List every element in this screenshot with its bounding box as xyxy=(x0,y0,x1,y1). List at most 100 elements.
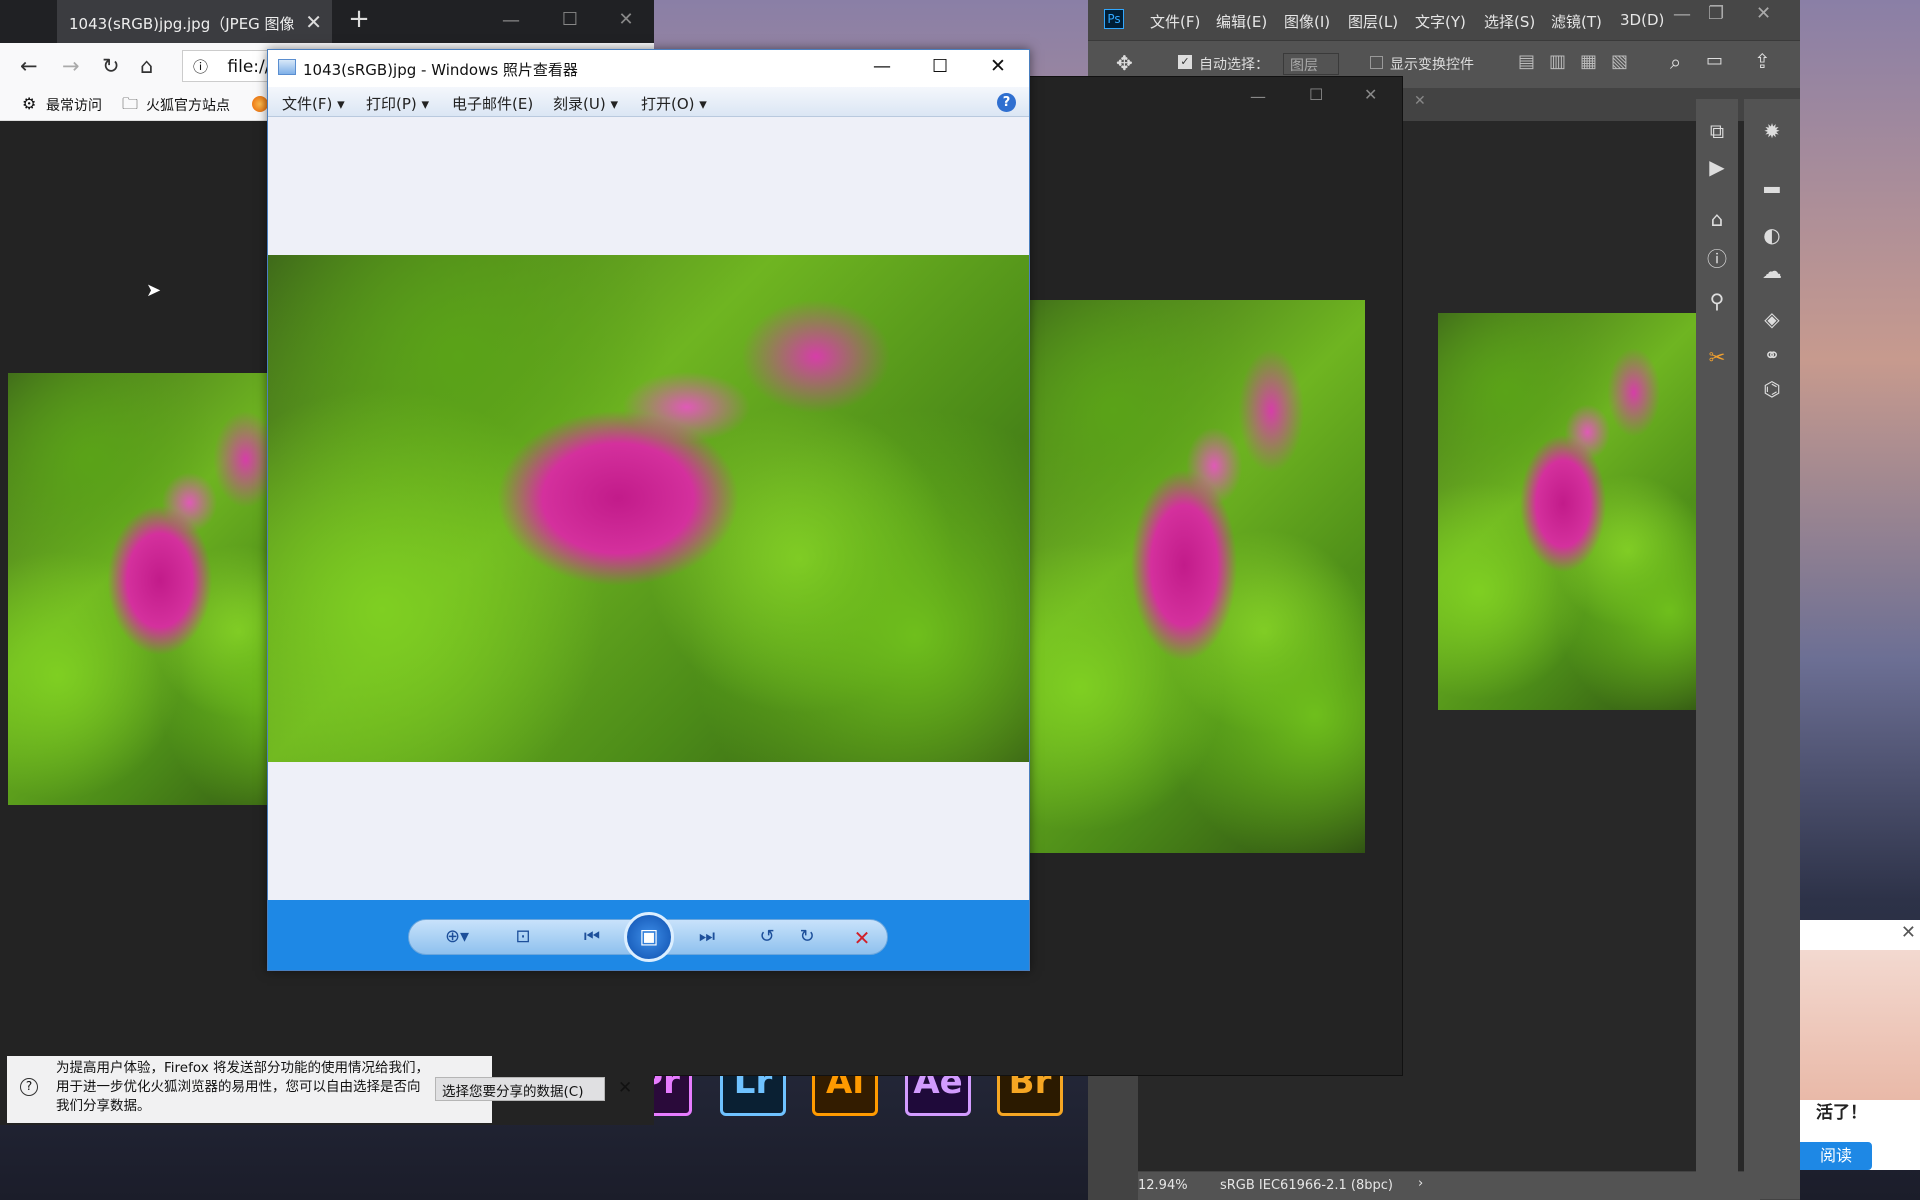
maximize-icon[interactable]: ☐ xyxy=(545,9,595,30)
history-icon[interactable]: ⧉ xyxy=(1700,119,1734,143)
ps-menu-file[interactable]: 文件(F) xyxy=(1150,11,1200,32)
minimize-icon[interactable]: — xyxy=(873,56,891,77)
rotate-left-icon[interactable]: ↺ xyxy=(749,926,785,950)
forward-icon[interactable]: → xyxy=(62,54,80,78)
restore-icon[interactable]: ❐ xyxy=(1708,3,1724,24)
url-text: file:// xyxy=(227,57,271,77)
fit-window-icon[interactable]: ⊡ xyxy=(505,926,541,950)
close-icon[interactable]: ✕ xyxy=(601,9,651,30)
ps-menu-3d[interactable]: 3D(D) xyxy=(1620,11,1665,29)
share-icon[interactable]: ⇪ xyxy=(1754,49,1771,73)
stamp-icon[interactable]: ⚲ xyxy=(1700,289,1734,313)
zoom-level[interactable]: 12.94% xyxy=(1138,1178,1188,1193)
photo-viewer-icon xyxy=(278,59,296,75)
bookmark-most-visited[interactable]: 最常访问 xyxy=(46,95,102,115)
minimize-icon[interactable]: — xyxy=(1673,4,1691,25)
ad-image xyxy=(1800,950,1920,1100)
slideshow-button[interactable]: ▣ xyxy=(624,912,674,962)
rotate-right-icon[interactable]: ↻ xyxy=(789,926,825,950)
ad-read-button[interactable]: 阅读 xyxy=(1800,1142,1872,1170)
close-icon[interactable]: ✕ xyxy=(1756,3,1771,24)
ff-tab[interactable]: 1043(sRGB)jpg.jpg（JPEG 图像, ✕ xyxy=(57,0,332,43)
folder-icon: 🗀 xyxy=(122,94,139,113)
maximize-icon[interactable]: ☐ xyxy=(932,56,948,77)
ps-document-image xyxy=(1438,313,1710,710)
bookmark-firefox-site[interactable]: 火狐官方站点 xyxy=(146,95,230,115)
close-icon[interactable]: ✕ xyxy=(1364,85,1377,104)
auto-select-checkbox[interactable]: ✓ xyxy=(1178,55,1192,69)
ad-panel: ✕ 活了！ 阅读 xyxy=(1800,920,1920,1170)
ps-menu-filter[interactable]: 滤镜(T) xyxy=(1551,11,1602,32)
ps-logo: Ps xyxy=(1104,9,1124,29)
show-transform-checkbox[interactable] xyxy=(1370,56,1383,69)
pv-menu-burn[interactable]: 刻录(U) ▾ xyxy=(553,93,618,114)
ff-notification-bar: ? 为提高用户体验，Firefox 将发送部分功能的使用情况给我们，用于进一步优… xyxy=(7,1056,492,1123)
ps-menu-edit[interactable]: 编辑(E) xyxy=(1216,11,1267,32)
ps-menubar: Ps 文件(F) 编辑(E) 图像(I) 图层(L) 文字(Y) 选择(S) 滤… xyxy=(1088,0,1800,40)
pv-menubar: 文件(F) ▾ 打印(P) ▾ 电子邮件(E) 刻录(U) ▾ 打开(O) ▾ … xyxy=(268,87,1029,117)
help-icon[interactable]: ? xyxy=(997,93,1016,112)
firefox-logo-icon xyxy=(252,96,268,112)
reload-icon[interactable]: ↻ xyxy=(102,54,120,78)
pv-title: 1043(sRGB)jpg - Windows 照片查看器 xyxy=(303,61,578,79)
pv-menu-print[interactable]: 打印(P) ▾ xyxy=(366,93,429,114)
show-transform-label: 显示变换控件 xyxy=(1390,57,1474,73)
search-icon[interactable]: ⌕ xyxy=(1670,50,1681,74)
chevron-right-icon[interactable]: › xyxy=(1418,1176,1423,1191)
pv-image xyxy=(268,255,1029,762)
properties-icon[interactable]: ⌂ xyxy=(1700,207,1734,231)
photo-viewer-window: 1043(sRGB)jpg - Windows 照片查看器 — ☐ ✕ 文件(F… xyxy=(267,49,1030,971)
next-icon[interactable]: ⏭ xyxy=(689,926,725,950)
libraries-icon[interactable]: ☁ xyxy=(1755,259,1789,283)
ps-menu-image[interactable]: 图像(I) xyxy=(1284,11,1330,32)
align-icons[interactable]: ▤▥▦▧ xyxy=(1518,51,1642,72)
ff-tab-title: 1043(sRGB)jpg.jpg（JPEG 图像, xyxy=(69,15,294,33)
notification-text: 为提高用户体验，Firefox 将发送部分功能的使用情况给我们，用于进一步优化火… xyxy=(56,1060,429,1114)
ps-menu-type[interactable]: 文字(Y) xyxy=(1415,11,1466,32)
delete-icon[interactable]: ✕ xyxy=(844,926,880,950)
close-icon[interactable]: ✕ xyxy=(305,10,322,34)
channels-icon[interactable]: ⚭ xyxy=(1755,343,1789,367)
help-icon: ? xyxy=(20,1078,38,1096)
ad-text: 活了！ xyxy=(1816,1103,1867,1123)
previous-icon[interactable]: ⏮ xyxy=(574,926,610,950)
ps-status-bar: 12.94% sRGB IEC61966-2.1 (8bpc) › xyxy=(1138,1172,1760,1200)
minimize-icon[interactable]: — xyxy=(1250,87,1266,106)
share-data-button[interactable]: 选择您要分享的数据(C) xyxy=(435,1077,605,1101)
layer-select-dropdown[interactable]: 图层 xyxy=(1283,53,1339,75)
tab-close-icon[interactable]: ✕ xyxy=(1414,93,1426,109)
ps-menu-layer[interactable]: 图层(L) xyxy=(1348,11,1398,32)
move-tool-icon[interactable]: ✥ xyxy=(1116,51,1133,75)
gear-icon: ⚙ xyxy=(22,94,37,113)
adjustments-icon[interactable]: ◐ xyxy=(1755,223,1789,247)
minimize-icon[interactable]: — xyxy=(486,10,536,31)
new-tab-button[interactable]: + xyxy=(342,4,376,38)
dark-window-image xyxy=(1030,300,1365,853)
ps-menu-select[interactable]: 选择(S) xyxy=(1484,11,1535,32)
ps-panel-strip-2: ✹ ▂ ◐ ☁ ◈ ⚭ ⌬ xyxy=(1744,99,1800,1199)
layers-icon[interactable]: ◈ xyxy=(1755,307,1789,331)
maximize-icon[interactable]: ☐ xyxy=(1309,85,1323,104)
actions-play-icon[interactable]: ▶ xyxy=(1700,155,1734,179)
close-icon[interactable]: ✕ xyxy=(618,1078,632,1098)
auto-select-label: 自动选择： xyxy=(1199,57,1269,73)
navigator-icon[interactable]: ✹ xyxy=(1755,119,1789,143)
workspace-icon[interactable]: ▭ xyxy=(1706,50,1723,71)
info-icon[interactable]: ⓘ xyxy=(1700,243,1734,272)
zoom-icon[interactable]: ⊕▾ xyxy=(439,926,475,950)
close-icon[interactable]: ✕ xyxy=(990,55,1006,77)
close-icon[interactable]: ✕ xyxy=(1901,922,1916,943)
info-icon[interactable]: ⓘ xyxy=(193,58,208,76)
back-icon[interactable]: ← xyxy=(20,54,38,78)
pv-menu-email[interactable]: 电子邮件(E) xyxy=(452,93,533,114)
ps-panel-strip-1: ⧉ ▶ ⌂ ⓘ ⚲ ✂ xyxy=(1696,99,1738,1199)
histogram-icon[interactable]: ▂ xyxy=(1755,169,1789,193)
paths-icon[interactable]: ⌬ xyxy=(1755,377,1789,401)
pv-menu-file[interactable]: 文件(F) ▾ xyxy=(282,93,345,114)
home-icon[interactable]: ⌂ xyxy=(140,54,153,78)
pv-titlebar: 1043(sRGB)jpg - Windows 照片查看器 — ☐ ✕ xyxy=(268,50,1029,87)
tools-icon[interactable]: ✂ xyxy=(1700,345,1734,369)
ff-tabbar: 1043(sRGB)jpg.jpg（JPEG 图像, ✕ + — ☐ ✕ xyxy=(0,0,654,43)
pv-menu-open[interactable]: 打开(O) ▾ xyxy=(641,93,707,114)
pv-control-bar: ⊕▾ ⊡ ⏮ ▣ ⏭ ↺ ↻ ✕ xyxy=(268,900,1029,970)
